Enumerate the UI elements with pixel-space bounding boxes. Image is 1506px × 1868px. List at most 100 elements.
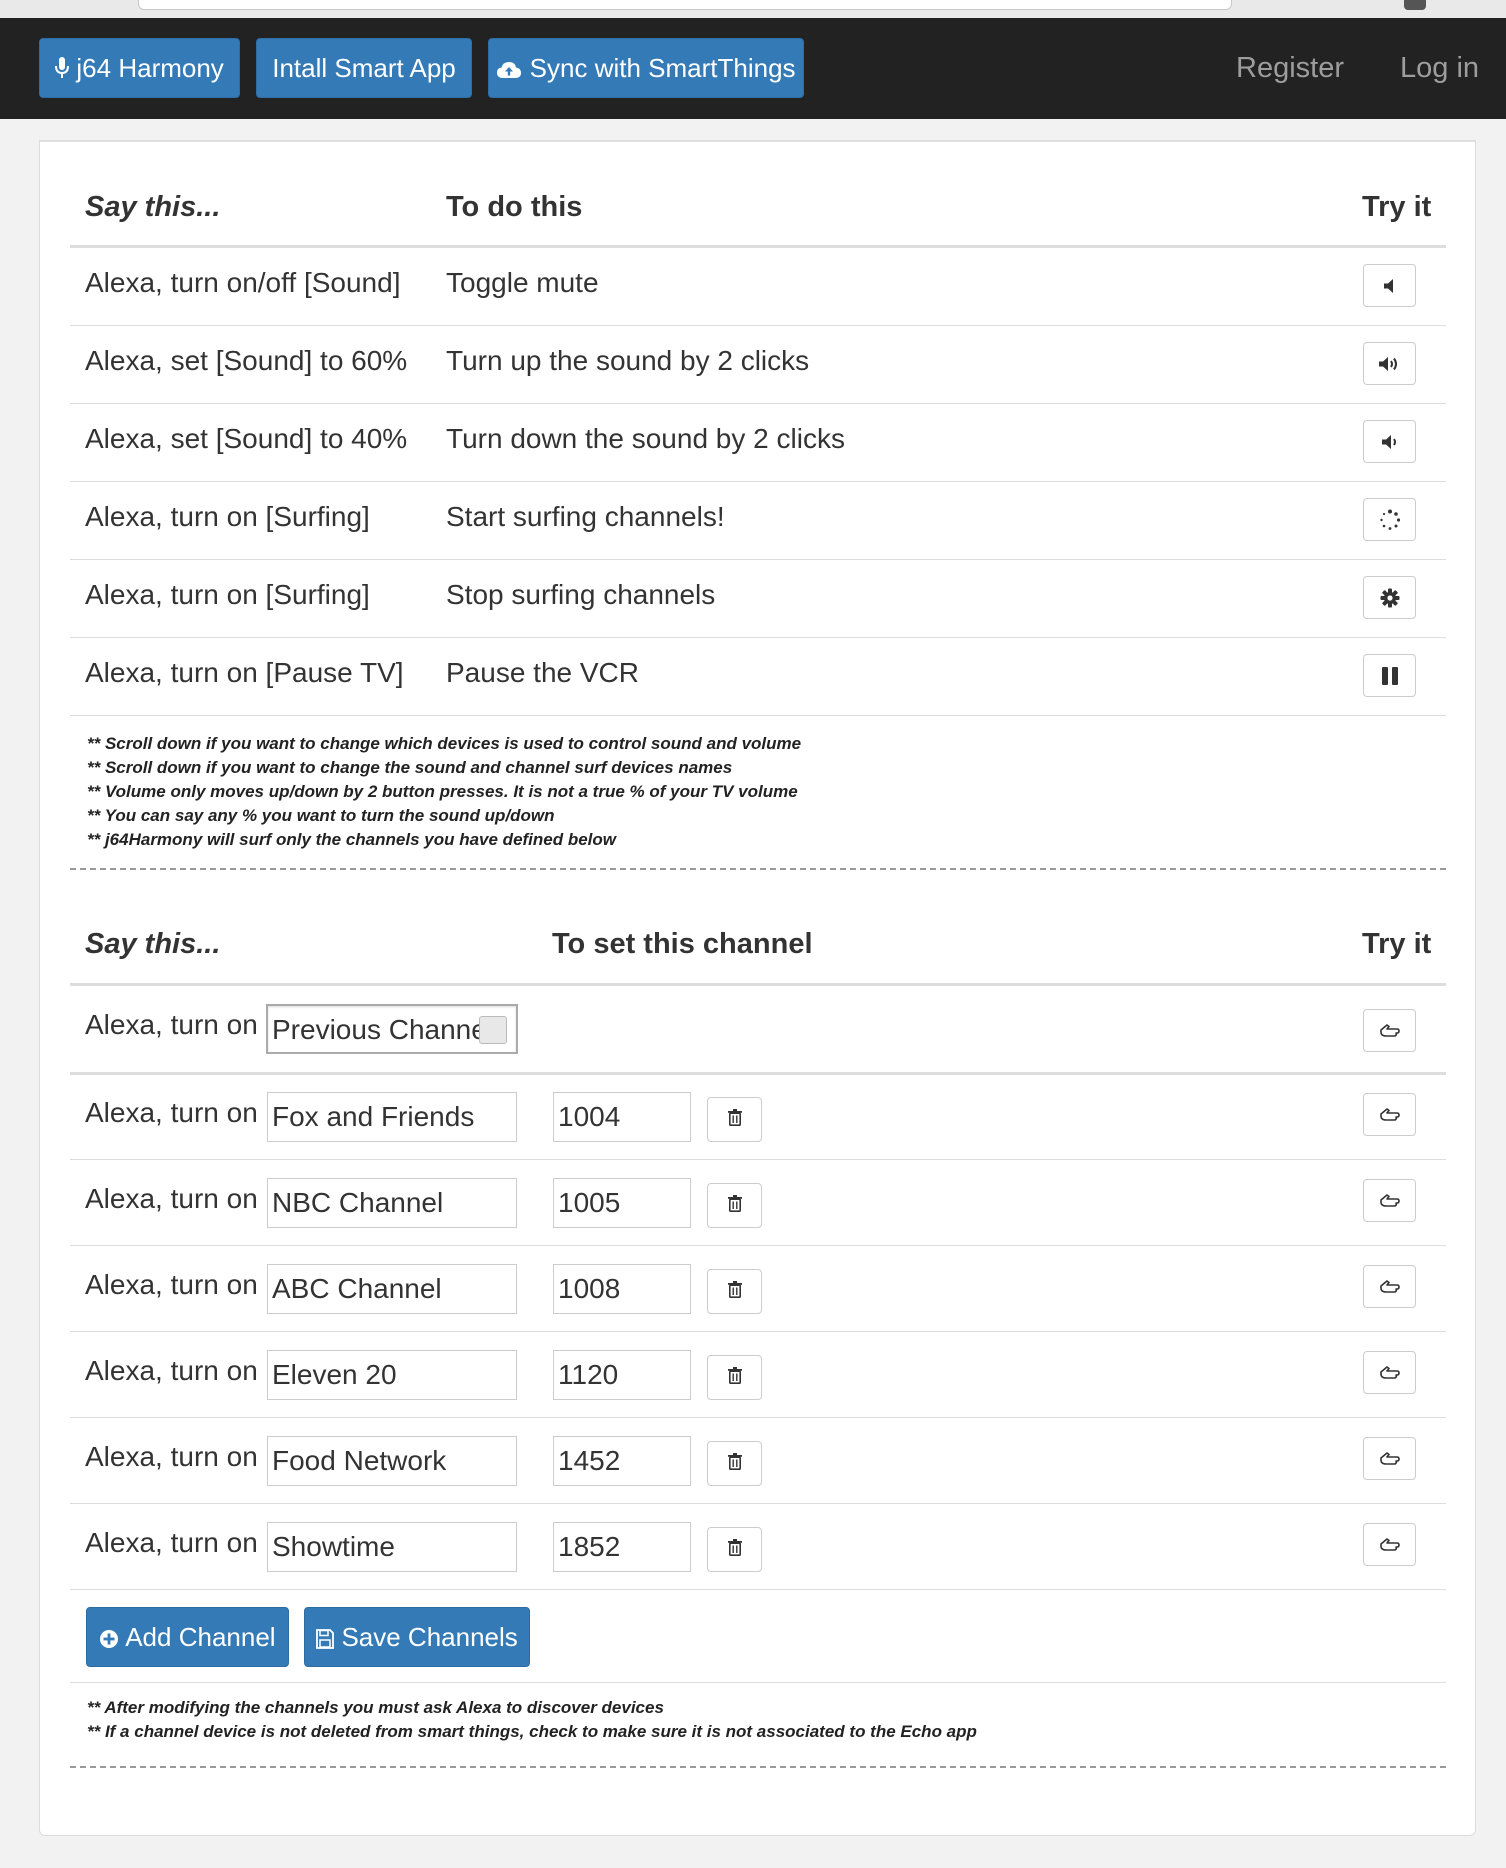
- channel-name-input[interactable]: NBC Channel: [267, 1178, 517, 1228]
- channel-number-input[interactable]: 1852: [553, 1522, 691, 1572]
- install-smart-app-button[interactable]: Intall Smart App: [256, 38, 472, 98]
- channel-number-input[interactable]: 1120: [553, 1350, 691, 1400]
- spinner-icon: [1379, 509, 1401, 531]
- divider: [70, 637, 1446, 638]
- add-channel-button[interactable]: Add Channel: [86, 1607, 289, 1667]
- try-channel-button[interactable]: [1363, 1179, 1416, 1222]
- register-link[interactable]: Register: [1236, 38, 1344, 98]
- volume-off-icon: [1381, 277, 1399, 295]
- microphone-icon: [55, 53, 70, 83]
- try-mute-button[interactable]: [1363, 264, 1416, 307]
- note-line: ** j64Harmony will surf only the channel…: [87, 830, 617, 849]
- delete-channel-button[interactable]: [707, 1097, 762, 1142]
- channels-header-set: To set this channel: [552, 928, 813, 960]
- delete-channel-button[interactable]: [707, 1441, 762, 1486]
- command-action-text: Toggle mute: [446, 267, 599, 298]
- divider: [70, 1682, 1446, 1683]
- try-volume-up-button[interactable]: [1363, 342, 1416, 385]
- try-channel-button[interactable]: [1363, 1093, 1416, 1136]
- channel-number-input[interactable]: 1004: [553, 1092, 691, 1142]
- gear-icon: [1380, 588, 1400, 608]
- channel-name-input[interactable]: Showtime: [267, 1522, 517, 1572]
- channel-prefix-text: Alexa, turn on: [85, 1355, 258, 1386]
- hand-pointer-icon: [1379, 1278, 1401, 1296]
- command-action-text: Start surfing channels!: [446, 501, 725, 532]
- note-line: ** Scroll down if you want to change whi…: [87, 734, 802, 753]
- channel-name-input[interactable]: Eleven 20: [267, 1350, 517, 1400]
- address-bar[interactable]: [138, 0, 1232, 10]
- hand-pointer-icon: [1379, 1536, 1401, 1554]
- divider: [70, 1159, 1446, 1160]
- divider: [70, 983, 1446, 986]
- install-label: Intall Smart App: [272, 53, 456, 83]
- hand-pointer-icon: [1379, 1450, 1401, 1468]
- delete-channel-button[interactable]: [707, 1355, 762, 1400]
- sync-label: Sync with SmartThings: [529, 53, 796, 83]
- divider: [70, 403, 1446, 404]
- dashed-divider: [70, 868, 1446, 870]
- list-icon: [479, 1016, 507, 1044]
- pause-icon: [1381, 666, 1399, 686]
- login-link[interactable]: Log in: [1400, 38, 1479, 98]
- previous-channel-name: Previous Channel: [272, 1014, 494, 1045]
- navbar: j64 Harmony Intall Smart App Sync with S…: [0, 18, 1506, 119]
- delete-channel-button[interactable]: [707, 1527, 762, 1572]
- browser-toolbar: [0, 0, 1506, 18]
- note-line: ** Scroll down if you want to change the…: [87, 758, 733, 777]
- add-channel-label: Add Channel: [125, 1622, 276, 1652]
- channel-name-input[interactable]: Food Network: [267, 1436, 517, 1486]
- try-channel-button[interactable]: [1363, 1265, 1416, 1308]
- divider: [70, 481, 1446, 482]
- delete-channel-button[interactable]: [707, 1183, 762, 1228]
- delete-channel-button[interactable]: [707, 1269, 762, 1314]
- trash-icon: [727, 1194, 743, 1217]
- hand-pointer-icon: [1379, 1192, 1401, 1210]
- trash-icon: [727, 1280, 743, 1303]
- try-channel-button[interactable]: [1363, 1523, 1416, 1566]
- save-channels-button[interactable]: Save Channels: [304, 1607, 530, 1667]
- try-previous-channel-button[interactable]: [1363, 1009, 1416, 1052]
- try-channel-button[interactable]: [1363, 1351, 1416, 1394]
- channel-prefix-text: Alexa, turn on: [85, 1183, 258, 1214]
- plus-circle-icon: [99, 1622, 119, 1652]
- try-start-surfing-button[interactable]: [1363, 498, 1416, 541]
- sync-smartthings-button[interactable]: Sync with SmartThings: [488, 38, 804, 98]
- divider: [70, 1245, 1446, 1246]
- commands-header-do: To do this: [446, 191, 583, 223]
- divider: [70, 1503, 1446, 1504]
- note-line: ** You can say any % you want to turn th…: [87, 806, 555, 825]
- cloud-upload-icon: [496, 53, 522, 83]
- channels-header-try: Try it: [1362, 928, 1432, 960]
- save-channels-label: Save Channels: [341, 1622, 518, 1652]
- channel-prefix-text: Alexa, turn on: [85, 1527, 258, 1558]
- trash-icon: [727, 1452, 743, 1475]
- brand-label: j64 Harmony: [76, 53, 224, 83]
- channel-name-input[interactable]: ABC Channel: [267, 1264, 517, 1314]
- previous-channel-input[interactable]: Previous Channel: [266, 1004, 518, 1054]
- channel-prefix-text: Alexa, turn on: [85, 1441, 258, 1472]
- try-volume-down-button[interactable]: [1363, 420, 1416, 463]
- try-stop-surfing-button[interactable]: [1363, 576, 1416, 619]
- command-notes: ** Scroll down if you want to change whi…: [87, 732, 801, 852]
- commands-header-say: Say this...: [85, 191, 221, 223]
- divider: [70, 1589, 1446, 1590]
- try-pause-button[interactable]: [1363, 654, 1416, 697]
- channel-number-input[interactable]: 1005: [553, 1178, 691, 1228]
- channel-number-input[interactable]: 1452: [553, 1436, 691, 1486]
- extension-icon[interactable]: [1404, 0, 1426, 10]
- try-channel-button[interactable]: [1363, 1437, 1416, 1480]
- command-action-text: Pause the VCR: [446, 657, 639, 688]
- channel-name-input[interactable]: Fox and Friends: [267, 1092, 517, 1142]
- channels-header-say: Say this...: [85, 928, 221, 960]
- commands-header-try: Try it: [1362, 191, 1432, 223]
- main-panel: Say this... To do this Try it Alexa, tur…: [39, 140, 1476, 1836]
- divider: [70, 1331, 1446, 1332]
- command-say-text: Alexa, turn on [Pause TV]: [85, 657, 404, 688]
- divider: [70, 325, 1446, 326]
- hand-pointer-icon: [1379, 1106, 1401, 1124]
- trash-icon: [727, 1108, 743, 1131]
- home-brand-button[interactable]: j64 Harmony: [39, 38, 240, 98]
- divider: [70, 245, 1446, 248]
- channel-number-input[interactable]: 1008: [553, 1264, 691, 1314]
- channel-notes: ** After modifying the channels you must…: [87, 1696, 977, 1744]
